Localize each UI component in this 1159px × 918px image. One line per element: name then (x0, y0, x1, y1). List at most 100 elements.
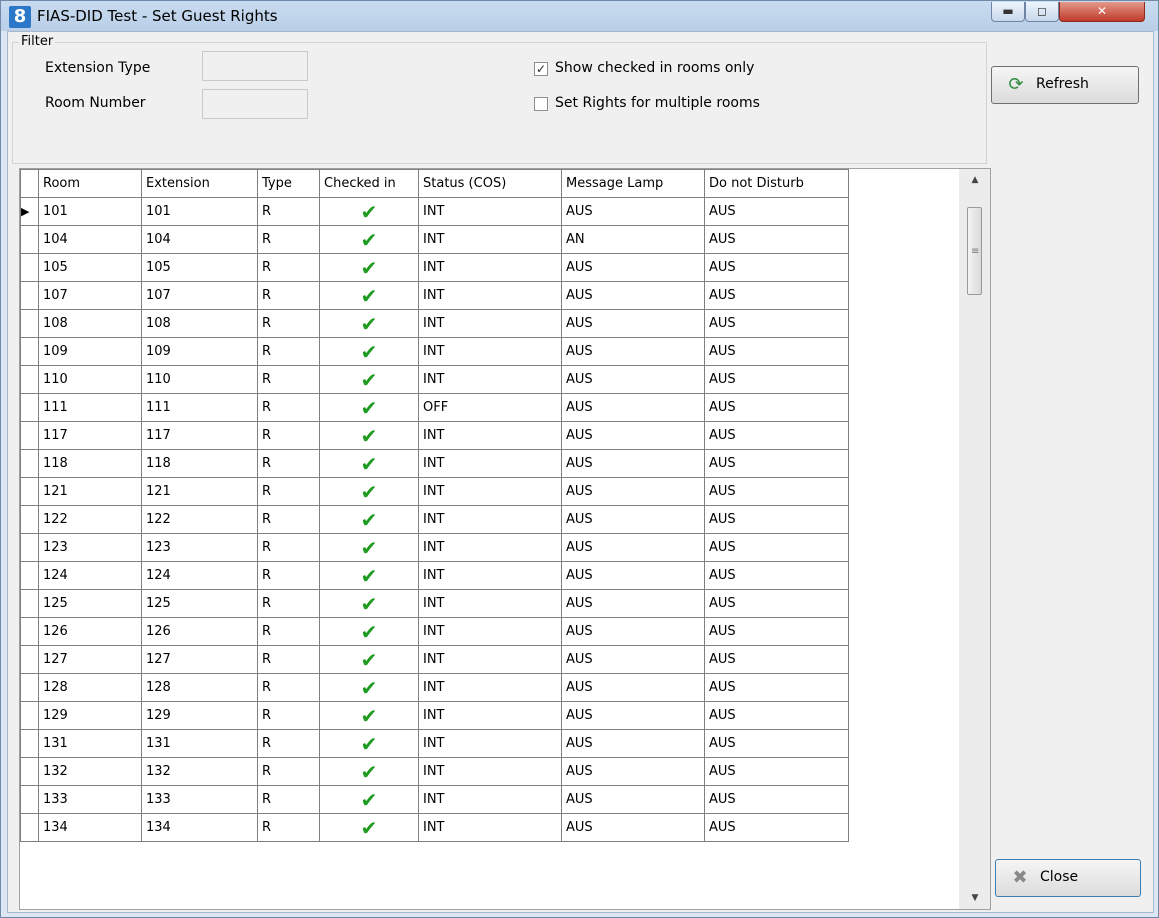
cell-status[interactable]: INT (418, 253, 562, 282)
table-row[interactable]: 121 121 R ✔ INT AUS AUS (20, 477, 849, 506)
row-selector[interactable] (20, 421, 39, 450)
table-row[interactable]: 108 108 R ✔ INT AUS AUS (20, 309, 849, 338)
cell-do-not-disturb[interactable]: AUS (704, 757, 849, 786)
minimize-button[interactable]: ▬ (991, 2, 1025, 22)
cell-room[interactable]: 110 (38, 365, 142, 394)
scrollbar-thumb[interactable]: ≡ (967, 207, 982, 295)
cell-do-not-disturb[interactable]: AUS (704, 449, 849, 478)
scroll-down-arrow-icon[interactable]: ▼ (968, 893, 982, 903)
cell-message-lamp[interactable]: AUS (561, 477, 705, 506)
cell-checked-in[interactable]: ✔ (319, 673, 419, 702)
column-header-do-not-disturb[interactable]: Do not Disturb (704, 169, 849, 198)
cell-room[interactable]: 118 (38, 449, 142, 478)
row-selector[interactable] (20, 673, 39, 702)
cell-checked-in[interactable]: ✔ (319, 505, 419, 534)
show-checked-in-label[interactable]: Show checked in rooms only (555, 60, 754, 76)
cell-room[interactable]: 101 (38, 197, 142, 226)
cell-message-lamp[interactable]: AUS (561, 393, 705, 422)
cell-type[interactable]: R (257, 701, 320, 730)
cell-extension[interactable]: 101 (141, 197, 258, 226)
maximize-button[interactable]: ◻ (1025, 2, 1059, 22)
cell-do-not-disturb[interactable]: AUS (704, 309, 849, 338)
row-selector[interactable] (20, 589, 39, 618)
cell-do-not-disturb[interactable]: AUS (704, 365, 849, 394)
cell-message-lamp[interactable]: AUS (561, 197, 705, 226)
cell-status[interactable]: INT (418, 701, 562, 730)
cell-message-lamp[interactable]: AUS (561, 813, 705, 842)
cell-message-lamp[interactable]: AUS (561, 617, 705, 646)
table-row[interactable]: 122 122 R ✔ INT AUS AUS (20, 505, 849, 534)
cell-type[interactable]: R (257, 365, 320, 394)
cell-type[interactable]: R (257, 645, 320, 674)
title-bar[interactable]: 8 FIAS-DID Test - Set Guest Rights ▬ ◻ ✕ (1, 1, 1158, 31)
cell-checked-in[interactable]: ✔ (319, 253, 419, 282)
cell-status[interactable]: INT (418, 421, 562, 450)
cell-room[interactable]: 133 (38, 785, 142, 814)
cell-do-not-disturb[interactable]: AUS (704, 533, 849, 562)
cell-do-not-disturb[interactable]: AUS (704, 645, 849, 674)
table-row[interactable]: 105 105 R ✔ INT AUS AUS (20, 253, 849, 282)
cell-checked-in[interactable]: ✔ (319, 449, 419, 478)
cell-room[interactable]: 121 (38, 477, 142, 506)
cell-checked-in[interactable]: ✔ (319, 281, 419, 310)
cell-extension[interactable]: 105 (141, 253, 258, 282)
cell-checked-in[interactable]: ✔ (319, 337, 419, 366)
cell-status[interactable]: INT (418, 645, 562, 674)
cell-type[interactable]: R (257, 477, 320, 506)
table-row[interactable]: 107 107 R ✔ INT AUS AUS (20, 281, 849, 310)
cell-checked-in[interactable]: ✔ (319, 701, 419, 730)
column-header-type[interactable]: Type (257, 169, 320, 198)
cell-extension[interactable]: 128 (141, 673, 258, 702)
cell-status[interactable]: INT (418, 561, 562, 590)
cell-status[interactable]: INT (418, 589, 562, 618)
cell-do-not-disturb[interactable]: AUS (704, 701, 849, 730)
cell-status[interactable]: INT (418, 673, 562, 702)
cell-checked-in[interactable]: ✔ (319, 617, 419, 646)
cell-status[interactable]: INT (418, 505, 562, 534)
cell-extension[interactable]: 124 (141, 561, 258, 590)
table-row[interactable]: 118 118 R ✔ INT AUS AUS (20, 449, 849, 478)
cell-extension[interactable]: 107 (141, 281, 258, 310)
cell-do-not-disturb[interactable]: AUS (704, 393, 849, 422)
cell-status[interactable]: INT (418, 533, 562, 562)
cell-status[interactable]: INT (418, 477, 562, 506)
row-selector[interactable] (20, 477, 39, 506)
cell-extension[interactable]: 121 (141, 477, 258, 506)
column-header-checked-in[interactable]: Checked in (319, 169, 419, 198)
cell-type[interactable]: R (257, 253, 320, 282)
extension-type-input[interactable] (202, 51, 308, 81)
cell-room[interactable]: 134 (38, 813, 142, 842)
window-close-button[interactable]: ✕ (1059, 2, 1145, 22)
row-selector[interactable] (20, 617, 39, 646)
cell-do-not-disturb[interactable]: AUS (704, 197, 849, 226)
row-selector[interactable] (20, 757, 39, 786)
table-row[interactable]: 117 117 R ✔ INT AUS AUS (20, 421, 849, 450)
cell-extension[interactable]: 111 (141, 393, 258, 422)
table-row[interactable]: 109 109 R ✔ INT AUS AUS (20, 337, 849, 366)
cell-checked-in[interactable]: ✔ (319, 813, 419, 842)
cell-do-not-disturb[interactable]: AUS (704, 253, 849, 282)
column-header-message-lamp[interactable]: Message Lamp (561, 169, 705, 198)
cell-room[interactable]: 109 (38, 337, 142, 366)
cell-room[interactable]: 128 (38, 673, 142, 702)
vertical-scrollbar[interactable]: ▲ ≡ ▼ (959, 169, 990, 909)
cell-message-lamp[interactable]: AUS (561, 309, 705, 338)
cell-room[interactable]: 125 (38, 589, 142, 618)
cell-status[interactable]: INT (418, 337, 562, 366)
cell-status[interactable]: INT (418, 617, 562, 646)
cell-type[interactable]: R (257, 785, 320, 814)
cell-checked-in[interactable]: ✔ (319, 421, 419, 450)
cell-type[interactable]: R (257, 393, 320, 422)
cell-message-lamp[interactable]: AUS (561, 253, 705, 282)
room-number-input[interactable] (202, 89, 308, 119)
cell-extension[interactable]: 129 (141, 701, 258, 730)
row-selector[interactable] (20, 785, 39, 814)
cell-room[interactable]: 126 (38, 617, 142, 646)
table-row[interactable]: 126 126 R ✔ INT AUS AUS (20, 617, 849, 646)
cell-extension[interactable]: 109 (141, 337, 258, 366)
cell-checked-in[interactable]: ✔ (319, 561, 419, 590)
cell-message-lamp[interactable]: AUS (561, 337, 705, 366)
cell-status[interactable]: INT (418, 281, 562, 310)
cell-do-not-disturb[interactable]: AUS (704, 477, 849, 506)
cell-room[interactable]: 127 (38, 645, 142, 674)
